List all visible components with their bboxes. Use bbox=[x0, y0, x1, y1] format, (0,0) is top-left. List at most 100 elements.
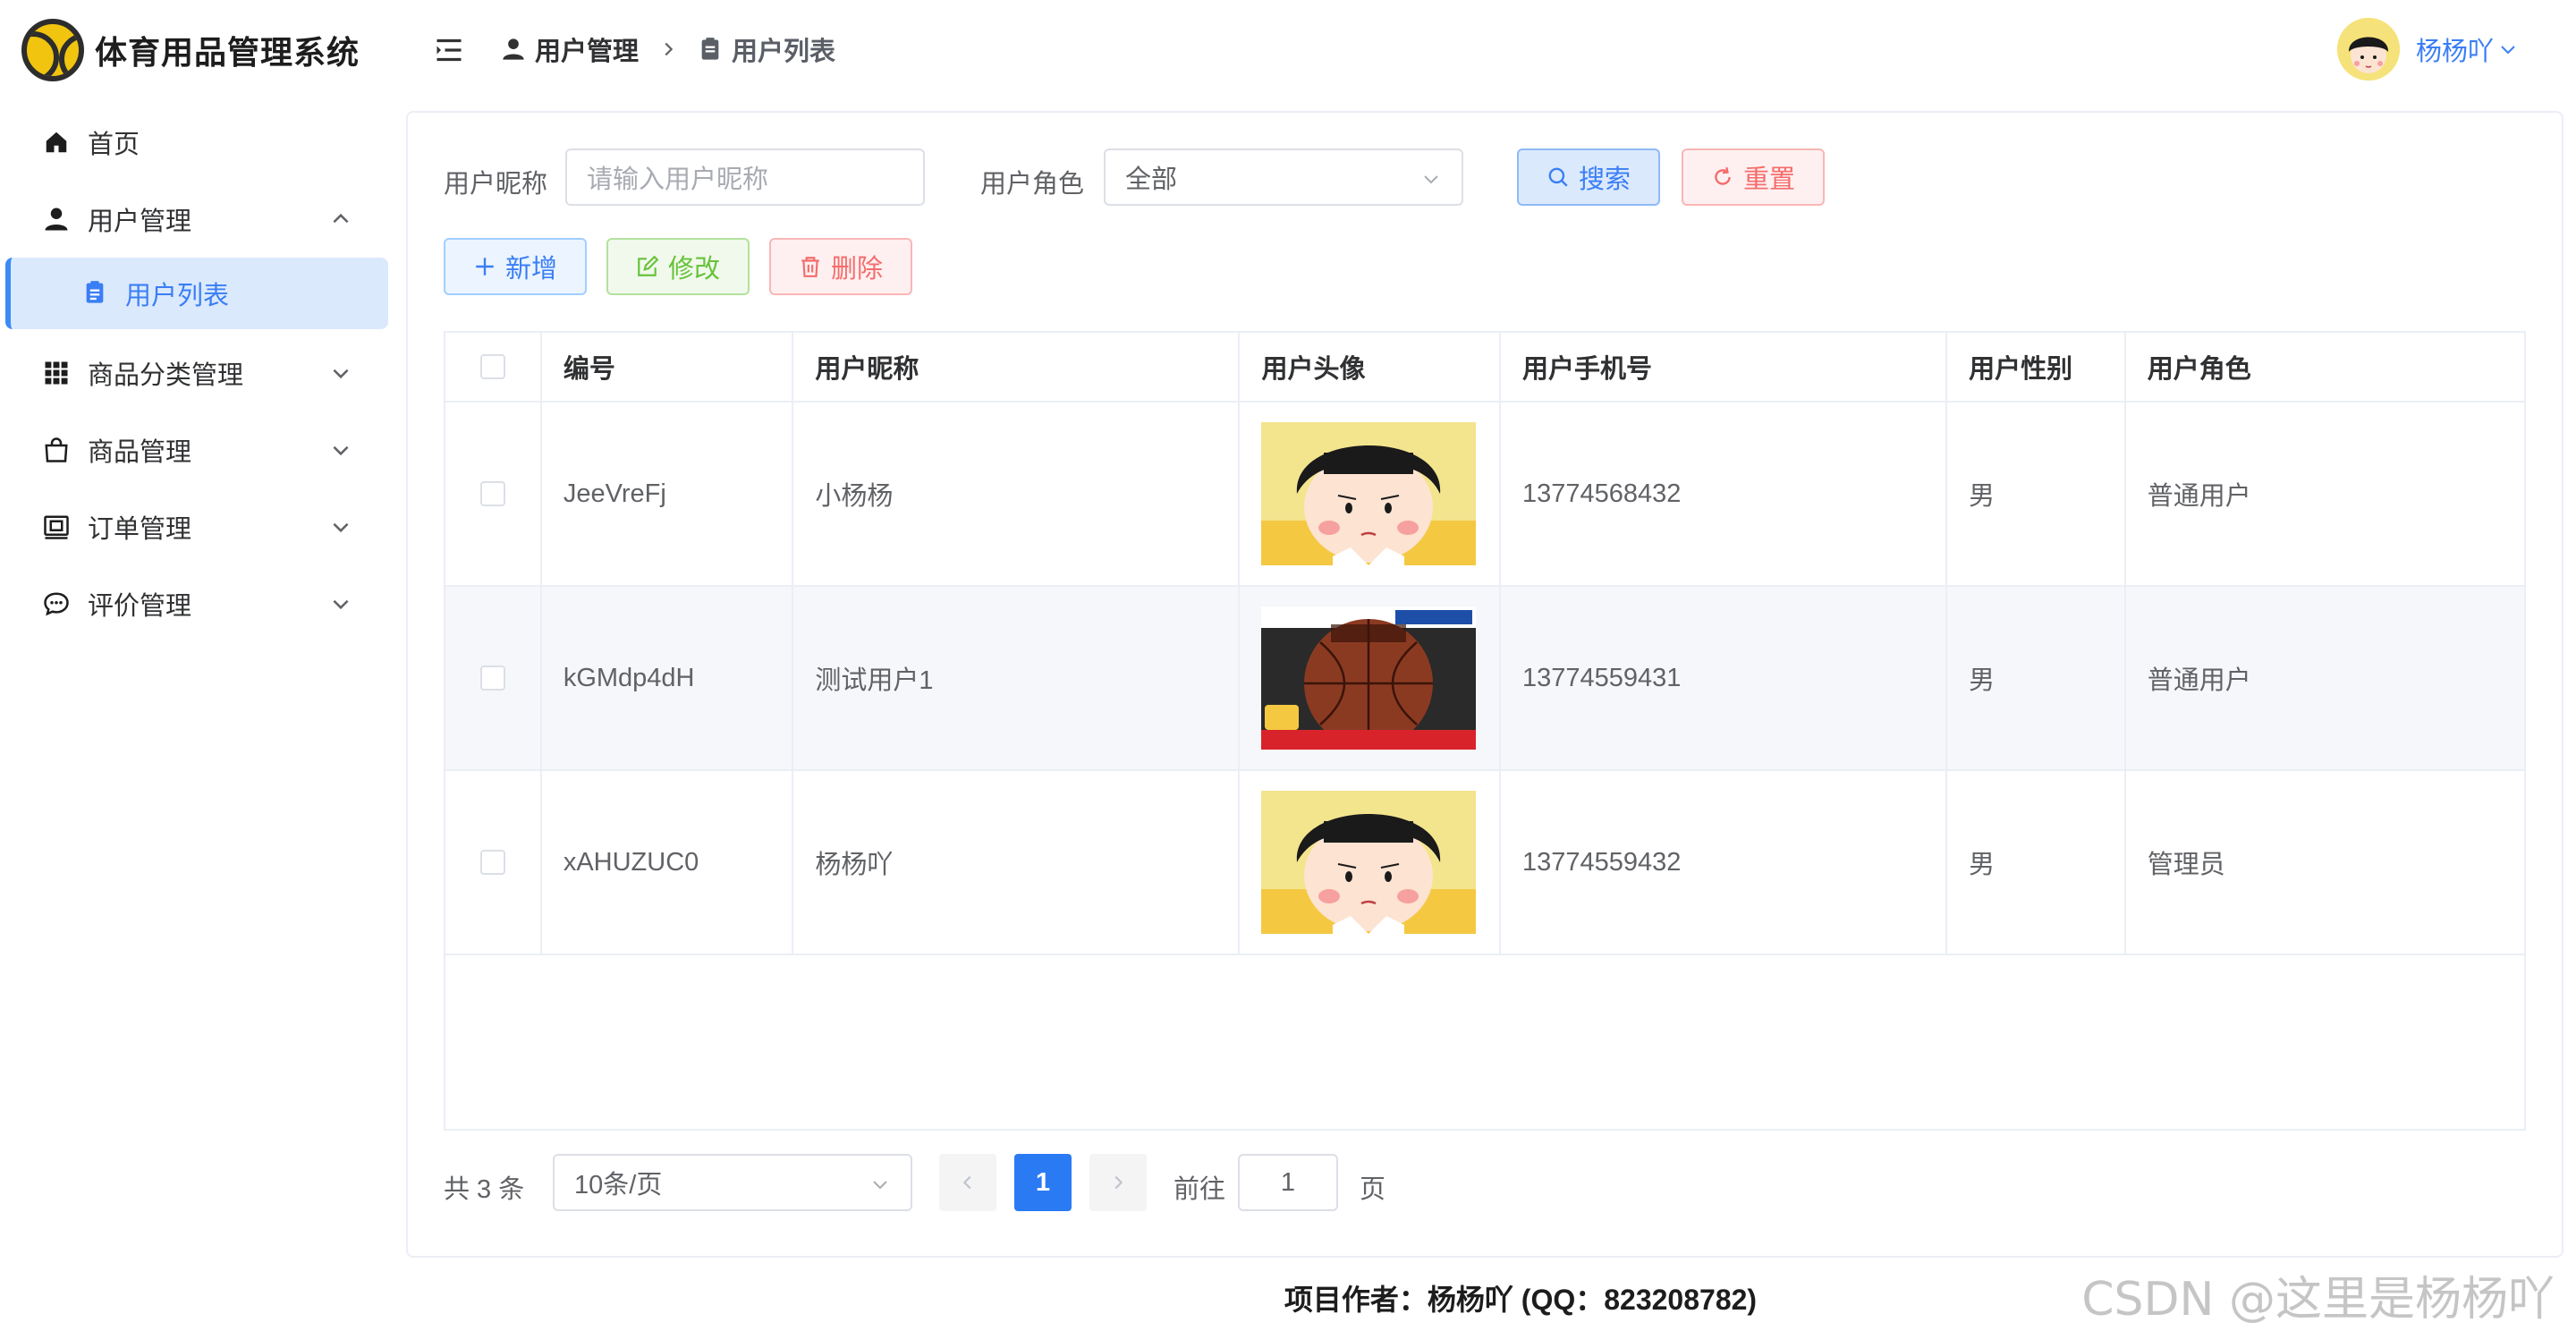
top-header: 用户管理 用户列表 杨杨吖 bbox=[394, 0, 2576, 100]
avatar bbox=[2336, 18, 2400, 81]
add-button[interactable]: 新增 bbox=[444, 238, 587, 295]
menu-fold-icon[interactable] bbox=[433, 34, 465, 66]
select-all-checkbox[interactable] bbox=[479, 354, 505, 379]
column-header-id: 编号 bbox=[542, 333, 794, 401]
watermark: CSDN @这里是杨杨吖 bbox=[2081, 1273, 2555, 1327]
cell-avatar bbox=[1240, 403, 1501, 585]
table-row[interactable]: JeeVreFj 小杨杨 13774568432 男 普通用户 bbox=[445, 403, 2524, 587]
sidebar-item-product-management[interactable]: 商品管理 bbox=[0, 411, 394, 488]
goto-label: 前往 bbox=[1174, 1175, 1226, 1204]
row-checkbox[interactable] bbox=[479, 666, 505, 691]
user-icon bbox=[41, 204, 72, 234]
cell-role: 普通用户 bbox=[2147, 482, 2251, 511]
cell-id: xAHUZUC0 bbox=[542, 771, 794, 954]
sidebar-item-label: 用户列表 bbox=[125, 282, 230, 310]
chevron-left-icon bbox=[962, 1175, 971, 1190]
sidebar-item-label: 用户管理 bbox=[88, 208, 192, 236]
sidebar-item-label: 评价管理 bbox=[88, 592, 192, 621]
chevron-down-icon bbox=[873, 1181, 887, 1190]
clipboard-icon bbox=[82, 280, 109, 307]
username[interactable]: 杨杨吖 bbox=[2416, 30, 2494, 68]
sidebar-item-user-management[interactable]: 用户管理 bbox=[0, 181, 394, 258]
role-select[interactable]: 全部 bbox=[1104, 148, 1463, 206]
row-checkbox[interactable] bbox=[479, 850, 505, 875]
table-row[interactable]: kGMdp4dH 测试用户1 13774559431 男 普通用户 bbox=[445, 587, 2524, 771]
user-icon bbox=[503, 38, 524, 60]
column-header-role: 用户角色 bbox=[2147, 355, 2251, 384]
cell-phone: 13774559432 bbox=[1501, 771, 1948, 954]
table-row[interactable]: xAHUZUC0 杨杨吖 13774559432 男 管理员 bbox=[445, 771, 2524, 955]
chevron-right-icon bbox=[1114, 1175, 1123, 1190]
cell-nickname: 杨杨吖 bbox=[793, 771, 1241, 954]
search-button-label: 搜索 bbox=[1578, 165, 1631, 194]
basketball-image bbox=[1261, 606, 1477, 750]
reset-button[interactable]: 重置 bbox=[1682, 148, 1825, 206]
cell-role: 管理员 bbox=[2147, 851, 2225, 879]
cell-id: kGMdp4dH bbox=[542, 587, 794, 769]
chevron-down-icon bbox=[333, 369, 349, 379]
cell-nickname: 小杨杨 bbox=[793, 403, 1241, 585]
cell-nickname: 测试用户1 bbox=[793, 587, 1241, 769]
chevron-down-icon bbox=[333, 522, 349, 533]
select-all-cell bbox=[445, 333, 542, 401]
cell-gender: 男 bbox=[1947, 403, 2126, 585]
cell-gender: 男 bbox=[1947, 771, 2126, 954]
home-icon bbox=[41, 127, 72, 157]
edit-button-label: 修改 bbox=[667, 255, 720, 284]
edit-icon bbox=[638, 255, 659, 276]
chevron-up-icon bbox=[333, 213, 349, 224]
next-page-button[interactable] bbox=[1089, 1154, 1147, 1211]
goto-page-input[interactable]: 1 bbox=[1238, 1154, 1338, 1211]
sidebar-item-label: 商品分类管理 bbox=[88, 361, 244, 390]
nickname-filter-label: 用户昵称 bbox=[444, 170, 548, 199]
chevron-down-icon bbox=[333, 599, 349, 610]
refresh-icon bbox=[1715, 166, 1731, 185]
cell-avatar bbox=[1240, 587, 1501, 769]
row-select-cell bbox=[445, 403, 542, 585]
cell-avatar bbox=[1240, 771, 1501, 954]
breadcrumb-item-user-management[interactable]: 用户管理 bbox=[535, 30, 639, 68]
edit-button[interactable]: 修改 bbox=[606, 238, 750, 295]
user-table: 编号 用户昵称 用户头像 用户手机号 用户性别 用户角色 JeeVreFj 小杨… bbox=[444, 331, 2526, 1131]
reset-button-label: 重置 bbox=[1742, 165, 1795, 194]
cartoon-girl-avatar bbox=[1261, 791, 1477, 934]
cell-gender: 男 bbox=[1947, 587, 2126, 769]
sidebar-item-order-management[interactable]: 订单管理 bbox=[0, 488, 394, 565]
sidebar-item-label: 首页 bbox=[88, 131, 140, 159]
column-header-avatar: 用户头像 bbox=[1240, 333, 1501, 401]
nickname-search-input[interactable]: 请输入用户昵称 bbox=[565, 148, 925, 206]
page-number-current[interactable]: 1 bbox=[1014, 1154, 1072, 1211]
sidebar-item-category-management[interactable]: 商品分类管理 bbox=[0, 335, 394, 411]
row-select-cell bbox=[445, 587, 542, 769]
add-button-label: 新增 bbox=[504, 255, 557, 284]
bag-icon bbox=[41, 435, 72, 465]
wallet-icon bbox=[41, 512, 72, 542]
sidebar-item-home[interactable]: 首页 bbox=[0, 104, 394, 181]
role-filter-label: 用户角色 bbox=[980, 170, 1085, 199]
sidebar-item-label: 订单管理 bbox=[88, 515, 192, 544]
trash-icon bbox=[801, 257, 819, 277]
plus-icon bbox=[476, 258, 494, 276]
tennis-ball-logo-icon bbox=[21, 19, 84, 81]
column-header-nickname: 用户昵称 bbox=[793, 333, 1241, 401]
footer-author: 项目作者：杨杨吖 (QQ：823208782) bbox=[1284, 1284, 1758, 1316]
chevron-down-icon bbox=[333, 445, 349, 456]
delete-button-label: 删除 bbox=[830, 255, 883, 284]
breadcrumb: 用户管理 用户列表 bbox=[501, 30, 835, 68]
page-size-select[interactable]: 10条/页 bbox=[553, 1154, 912, 1211]
user-menu[interactable]: 杨杨吖 bbox=[2336, 18, 2519, 81]
search-button[interactable]: 搜索 bbox=[1517, 148, 1660, 206]
cell-phone: 13774568432 bbox=[1501, 403, 1948, 585]
sidebar-item-user-list[interactable]: 用户列表 bbox=[5, 258, 388, 329]
chevron-down-icon bbox=[1424, 175, 1438, 184]
prev-page-button[interactable] bbox=[939, 1154, 996, 1211]
nickname-placeholder: 请输入用户昵称 bbox=[587, 165, 769, 194]
row-checkbox[interactable] bbox=[479, 481, 505, 506]
delete-button[interactable]: 删除 bbox=[769, 238, 912, 295]
breadcrumb-item-user-list: 用户列表 bbox=[732, 38, 836, 66]
chevron-right-icon bbox=[665, 42, 674, 56]
row-select-cell bbox=[445, 771, 542, 954]
sidebar-item-review-management[interactable]: 评价管理 bbox=[0, 565, 394, 642]
sidebar: 体育用品管理系统 首页 用户管理 用户列表 商品分类管理 商品管理 订单管理 评… bbox=[0, 0, 394, 1331]
cartoon-girl-avatar bbox=[1261, 422, 1477, 565]
